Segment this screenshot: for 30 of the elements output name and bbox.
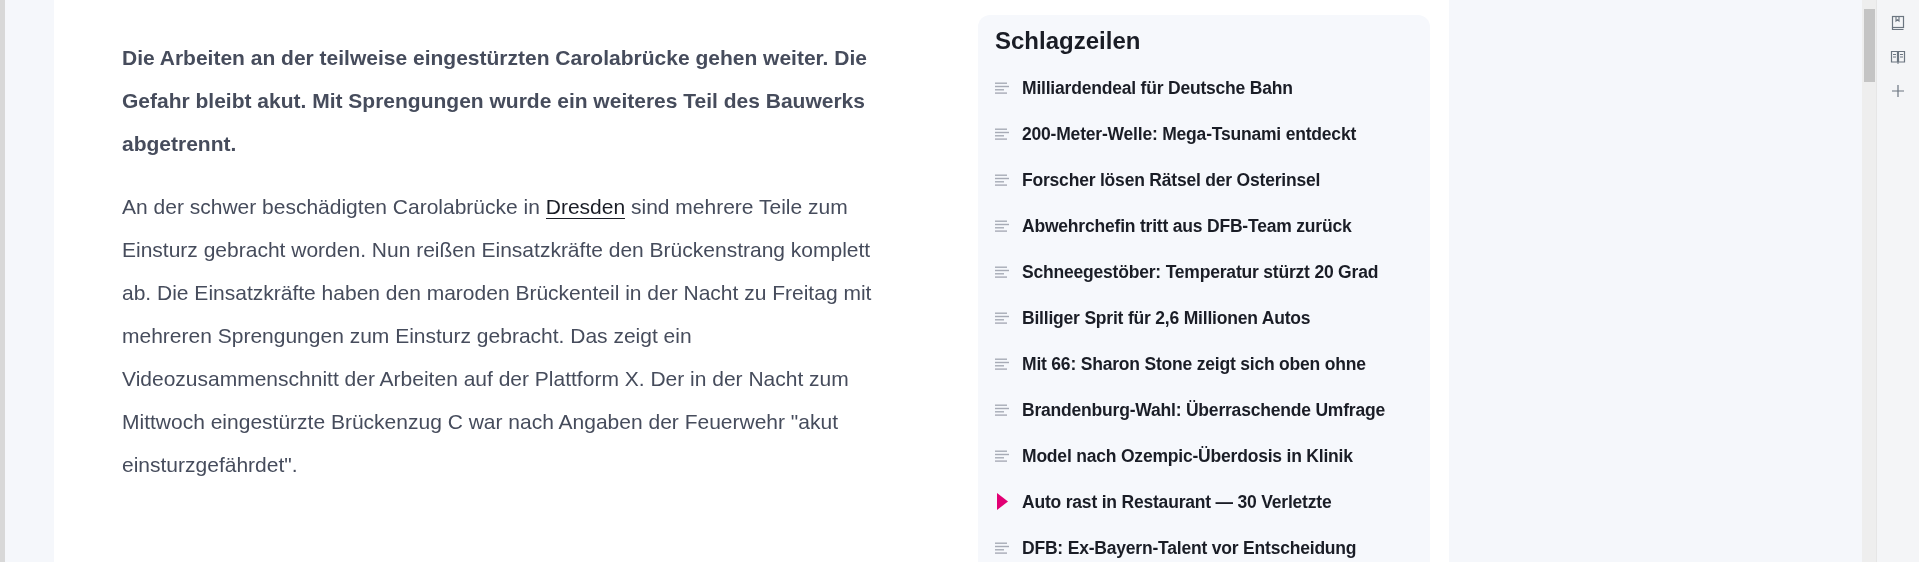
headlines-title: Schlagzeilen	[995, 27, 1142, 56]
headline-link[interactable]: Schneegestöber: Temperatur stürzt 20 Grad	[1022, 258, 1379, 285]
text-lines-icon	[995, 81, 1009, 94]
headline-link[interactable]: Forscher lösen Rätsel der Osterinsel	[1022, 166, 1321, 193]
place-link[interactable]: Dresden	[545, 195, 626, 219]
text-lines-icon	[995, 449, 1009, 462]
headline-link[interactable]: Billiger Sprit für 2,6 Millionen Autos	[1022, 304, 1311, 331]
text-lines-icon	[995, 265, 1009, 278]
headline-link[interactable]: Milliardendeal für Deutsche Bahn	[1022, 74, 1293, 101]
bookmark-book-icon[interactable]	[1890, 15, 1906, 31]
text-lines-icon	[995, 173, 1009, 186]
headline-link[interactable]: Auto rast in Restaurant — 30 Verletzte	[1022, 488, 1332, 515]
article-lead: Die Arbeiten an der teilweise eingestürzten Carolabrücke gehen weiter. Die Gefahr bleibt akut. Mit Sprengungen wurde ein weiteres Teil des Bauwerks abgetrennt.	[122, 45, 868, 157]
headline-link[interactable]: Abwehrchefin tritt aus DFB-Team zurück	[1022, 212, 1352, 239]
headline-link[interactable]: Model nach Ozempic-Überdosis in Klinik	[1022, 442, 1353, 469]
text-lines-icon	[995, 219, 1009, 232]
article-paragraph: An der schwer beschädigten Carolabrücke in Dresden sind mehrere Teile zum Einsturz gebracht worden. Nun reißen Einsatzkräfte den Brückenstrang komplett ab. Die Einsatzkräfte haben den maroden Brückenteil in der Nacht zu Freitag mit mehreren Sprengungen zum Einsturz gebracht. Das zeigt ein Videozusammenschnitt der Arbeiten auf der Plattform X. Der in der Nacht zum Mittwoch eingestürzte Brückenzug C war nach Angaben der Feuerwehr "akut einsturzgefährdet".	[122, 194, 873, 478]
text-lines-icon	[995, 127, 1009, 140]
headline-link[interactable]: Mit 66: Sharon Stone zeigt sich oben ohne	[1022, 350, 1366, 377]
text-lines-icon	[995, 311, 1009, 324]
text-lines-icon	[995, 403, 1009, 416]
plus-icon[interactable]	[1890, 83, 1906, 99]
play-triangle-icon	[995, 493, 1009, 511]
scrollbar-thumb[interactable]	[1863, 9, 1875, 82]
headline-link[interactable]: DFB: Ex-Bayern-Talent vor Entscheidung	[1022, 534, 1357, 561]
headline-link[interactable]: 200-Meter-Welle: Mega-Tsunami entdeckt	[1022, 120, 1357, 147]
text-lines-icon	[995, 541, 1009, 554]
text-lines-icon	[995, 357, 1009, 370]
headline-link[interactable]: Brandenburg-Wahl: Überraschende Umfrage	[1022, 396, 1385, 423]
open-book-icon[interactable]	[1890, 49, 1906, 65]
